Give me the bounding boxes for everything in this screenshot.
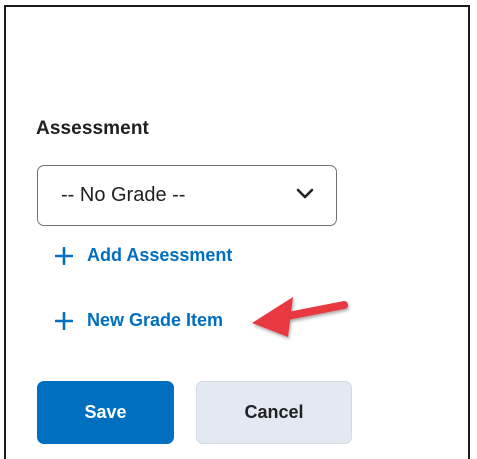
grade-select-value: -- No Grade -- (61, 184, 186, 206)
new-grade-item-label: New Grade Item (87, 310, 224, 330)
save-button[interactable]: Save (37, 381, 174, 444)
new-grade-item-link[interactable]: New Grade Item (55, 310, 223, 331)
cancel-button[interactable]: Cancel (196, 381, 352, 444)
add-assessment-label: Add Assessment (87, 245, 233, 265)
grade-select[interactable]: -- No Grade -- (37, 165, 337, 226)
plus-icon (55, 311, 73, 330)
assessment-label: Assessment (36, 118, 149, 139)
add-assessment-link[interactable]: Add Assessment (55, 245, 232, 266)
chevron-down-icon (296, 188, 314, 199)
red-arrow-icon (252, 297, 348, 337)
plus-icon (55, 246, 73, 265)
